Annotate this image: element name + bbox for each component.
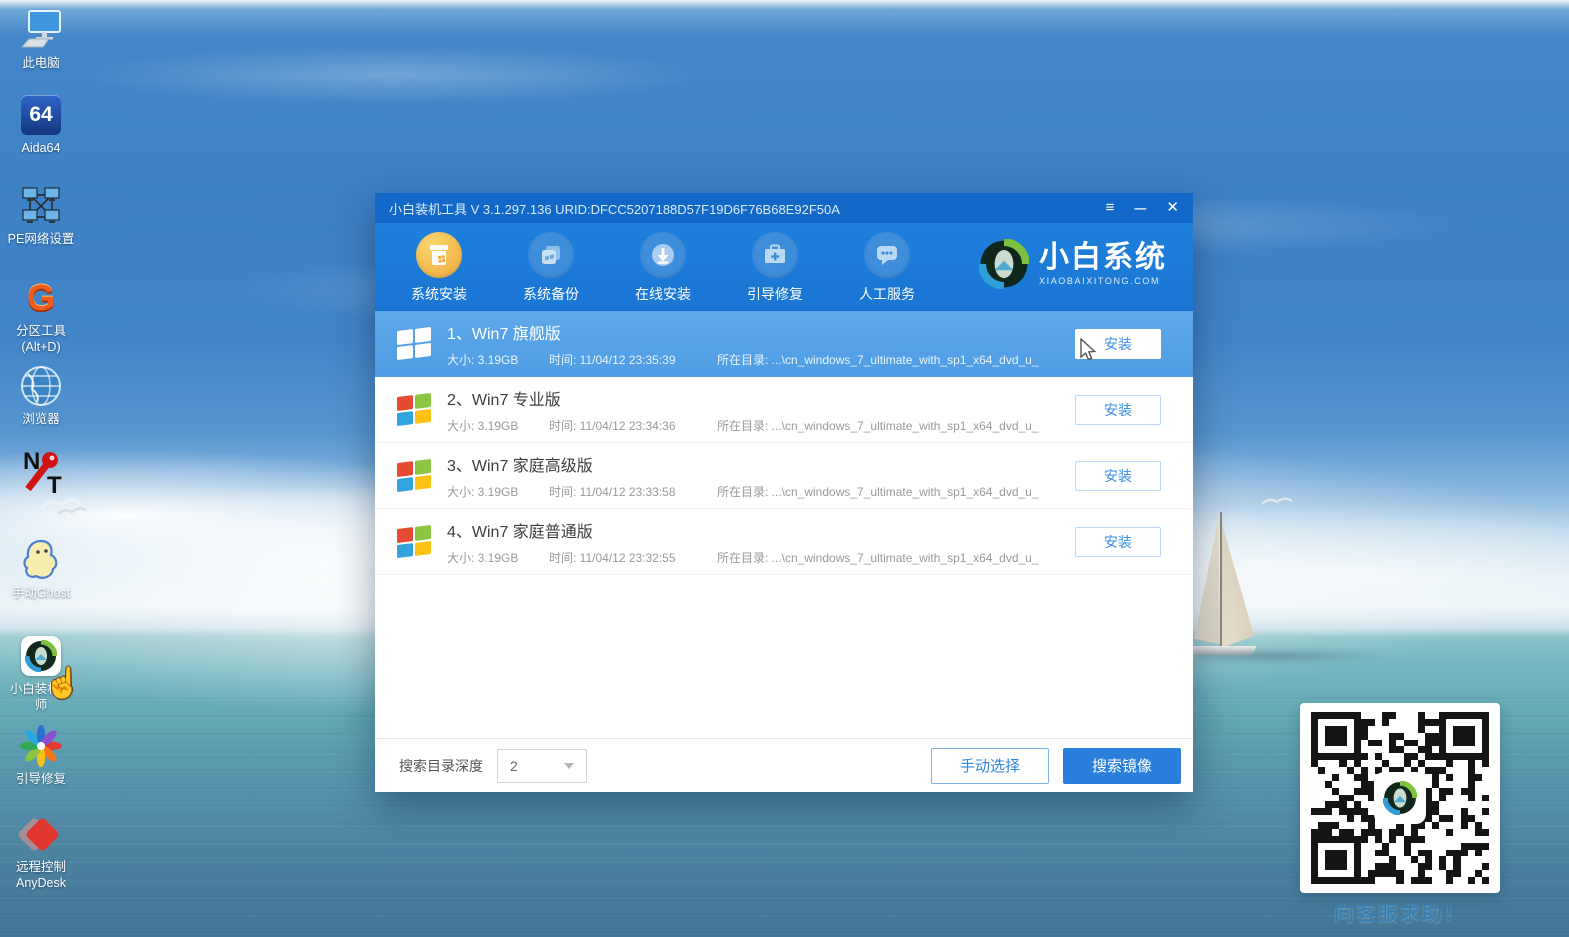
image-row-win7-home-premium[interactable]: 3、Win7 家庭高级版 大小: 3.19GB 时间: 11/04/12 23:… [375, 443, 1193, 509]
nav-label: 系统备份 [495, 284, 607, 304]
qr-panel [1300, 703, 1500, 893]
windows-logo-icon [397, 327, 431, 360]
desktop-icon-aida64[interactable]: 64 Aida64 [2, 93, 80, 156]
image-title: 3、Win7 家庭高级版 [447, 452, 1075, 476]
xiaobai-logo-icon [979, 239, 1029, 289]
desktop-icon-label: PE网络设置 [2, 231, 80, 247]
desktop-icon-pe-network[interactable]: PE网络设置 [2, 184, 80, 247]
install-button[interactable]: 安装 [1075, 527, 1161, 557]
chevron-down-icon [564, 763, 574, 769]
desktop-icon-label: AnyDesk [2, 875, 80, 891]
brand-name: 小白系统 [1039, 243, 1167, 273]
search-depth-value: 2 [510, 758, 518, 774]
anydesk-icon [21, 814, 61, 854]
image-time: 时间: 11/04/12 23:34:36 [549, 417, 717, 434]
window-titlebar: 小白装机工具 V 3.1.297.136 URID:DFCC5207188D57… [375, 193, 1193, 223]
download-icon [640, 232, 686, 278]
nav-label: 引导修复 [719, 284, 831, 304]
boat-wake [1196, 646, 1486, 666]
seagull-icon [1258, 494, 1298, 510]
desktop-icon-label: 此电脑 [2, 55, 80, 71]
image-dir: 所在目录: ...\cn_windows_7_ultimate_with_sp1… [717, 549, 1039, 566]
image-dir: 所在目录: ...\cn_windows_7_ultimate_with_sp1… [717, 483, 1039, 500]
image-row-win7-home-basic[interactable]: 4、Win7 家庭普通版 大小: 3.19GB 时间: 11/04/12 23:… [375, 509, 1193, 575]
image-dir: 所在目录: ...\cn_windows_7_ultimate_with_sp1… [717, 417, 1039, 434]
nav-online-install[interactable]: 在线安装 [607, 232, 719, 311]
image-time: 时间: 11/04/12 23:32:55 [549, 549, 717, 566]
search-image-button[interactable]: 搜索镜像 [1063, 748, 1181, 784]
desktop-icon-partition-tool[interactable]: G 分区工具 (Alt+D) [2, 276, 80, 355]
desktop-icon-nt-password[interactable]: N T [2, 450, 80, 497]
image-size: 大小: 3.19GB [447, 483, 549, 500]
pinwheel-icon [2, 724, 80, 768]
diskgenius-icon: G [27, 280, 55, 316]
image-size: 大小: 3.19GB [447, 549, 549, 566]
sailboat [1186, 512, 1296, 662]
close-icon[interactable]: ✕ [1166, 193, 1179, 223]
qr-caption: 向客服求助！ [1300, 897, 1500, 926]
aida64-icon: 64 [21, 95, 61, 135]
search-depth-label: 搜索目录深度 [399, 756, 483, 776]
nav-boot-repair[interactable]: 引导修复 [719, 232, 831, 311]
image-list: 1、Win7 旗舰版 大小: 3.19GB 时间: 11/04/12 23:35… [375, 311, 1193, 575]
svg-text:T: T [47, 472, 62, 497]
ghost-icon [2, 538, 80, 582]
image-row-win7-ultimate[interactable]: 1、Win7 旗舰版 大小: 3.19GB 时间: 11/04/12 23:35… [375, 311, 1193, 377]
image-time: 时间: 11/04/12 23:35:39 [549, 351, 717, 368]
window-footer: 搜索目录深度 2 手动选择 搜索镜像 [375, 738, 1193, 792]
nav-system-backup[interactable]: 系统备份 [495, 232, 607, 311]
image-dir: 所在目录: ...\cn_windows_7_ultimate_with_sp1… [717, 351, 1039, 368]
brand-site: XIAOBAIXITONG.COM [1039, 276, 1167, 286]
qr-center-logo [1376, 774, 1424, 822]
windows-logo-icon [397, 525, 431, 558]
desktop-icon-label: 远程控制 [2, 859, 80, 875]
nav-label: 系统安装 [383, 284, 495, 304]
computer-icon [2, 8, 80, 52]
desktop-icon-label: 手动Ghost [2, 585, 80, 601]
minimize-icon[interactable]: — [1134, 193, 1146, 223]
image-title: 4、Win7 家庭普通版 [447, 518, 1075, 542]
toolbox-icon [752, 232, 798, 278]
desktop-icon-label: 分区工具 [2, 323, 80, 339]
install-button[interactable]: 安装 [1075, 395, 1161, 425]
window-title: 小白装机工具 V 3.1.297.136 URID:DFCC5207188D57… [389, 199, 1086, 218]
image-size: 大小: 3.19GB [447, 351, 549, 368]
menu-icon[interactable]: ≡ [1106, 193, 1115, 223]
mouse-cursor-hand: ☝ [44, 666, 81, 701]
desktop-icon-browser[interactable]: 浏览器 [2, 364, 80, 427]
desktop-icon-anydesk[interactable]: 远程控制 AnyDesk [2, 812, 80, 891]
image-time: 时间: 11/04/12 23:33:58 [549, 483, 717, 500]
install-box-icon [416, 232, 462, 278]
network-icon [2, 184, 80, 228]
nav-system-install[interactable]: 系统安装 [383, 232, 495, 311]
desktop-icon-manual-ghost[interactable]: 手动Ghost [2, 538, 80, 601]
desktop-icon-label: Aida64 [2, 140, 80, 156]
brand: 小白系统 XIAOBAIXITONG.COM [979, 239, 1167, 289]
globe-icon [2, 364, 80, 408]
window-nav: 系统安装 系统备份 在线安装 [375, 223, 1193, 311]
image-size: 大小: 3.19GB [447, 417, 549, 434]
nav-label: 在线安装 [607, 284, 719, 304]
nav-human-service[interactable]: 人工服务 [831, 232, 943, 311]
image-row-win7-professional[interactable]: 2、Win7 专业版 大小: 3.19GB 时间: 11/04/12 23:34… [375, 377, 1193, 443]
xiaobai-installer-window: 小白装机工具 V 3.1.297.136 URID:DFCC5207188D57… [375, 193, 1193, 792]
desktop-icon-label: 引导修复 [2, 771, 80, 787]
backup-copy-icon [528, 232, 574, 278]
nav-label: 人工服务 [831, 284, 943, 304]
image-title: 2、Win7 专业版 [447, 386, 1075, 410]
windows-logo-icon [397, 393, 431, 426]
desktop-icon-boot-repair[interactable]: 引导修复 [2, 724, 80, 787]
install-button[interactable]: 安装 [1075, 461, 1161, 491]
windows-logo-icon [397, 459, 431, 492]
image-title: 1、Win7 旗舰版 [447, 320, 1075, 344]
desktop-icon-this-pc[interactable]: 此电脑 [2, 8, 80, 71]
nt-key-icon: N T [2, 450, 80, 494]
desktop-icon-label: (Alt+D) [2, 339, 80, 355]
manual-select-button[interactable]: 手动选择 [931, 748, 1049, 784]
search-depth-select[interactable]: 2 [497, 749, 587, 783]
mouse-cursor-arrow [1080, 338, 1100, 362]
chat-icon [864, 232, 910, 278]
desktop-icon-label: 浏览器 [2, 411, 80, 427]
